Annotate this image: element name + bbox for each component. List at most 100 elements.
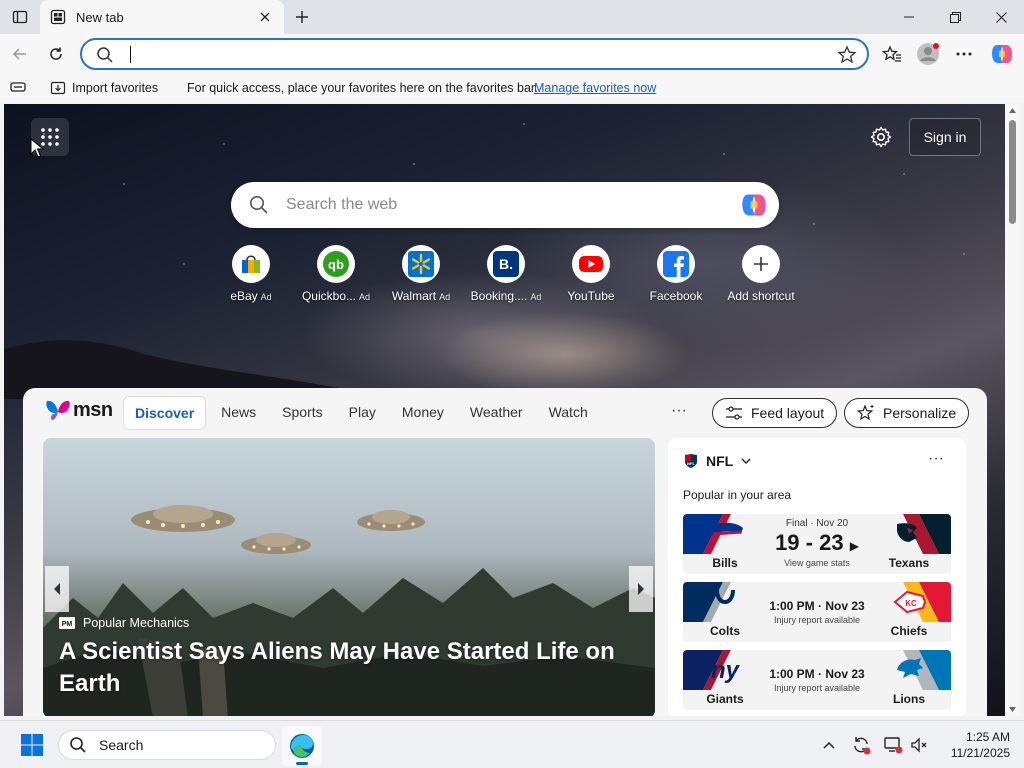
favorites-bar-toggle-icon[interactable] [10,80,26,94]
shortcut-ebay[interactable]: eBay Ad [208,245,294,303]
team-name: Giants [706,692,744,706]
chevron-up-icon [823,741,835,749]
bills-logo-icon [709,522,743,536]
monitor-network-icon [884,737,903,754]
edge-browser-icon [290,734,314,758]
shortcut-booking[interactable]: B. Booking.... Ad [463,245,549,303]
article-title[interactable]: A Scientist Says Aliens May Have Started… [59,636,639,700]
system-clock[interactable]: 1:25 AM 11/21/2025 [940,729,1010,761]
restore-button[interactable] [932,0,978,34]
team-giants[interactable]: ny Giants [683,650,767,710]
nfl-more-button[interactable]: ··· [928,450,944,468]
page-settings-button[interactable] [866,122,896,152]
copilot-icon[interactable] [739,191,769,219]
feed-more-button[interactable]: ··· [671,402,687,420]
game-score: 19 - 23 ▶ [763,530,871,556]
game-row[interactable]: ny Giants 1:00 PM · Nov 23 Injury report… [683,650,951,710]
close-icon [995,11,1007,23]
plus-icon [742,245,780,283]
game-note[interactable]: Injury report available [763,615,871,625]
chiefs-arrowhead-icon: KC [893,590,927,614]
tab-money[interactable]: Money [391,396,455,430]
hero-article-card[interactable]: PM Popular Mechanics A Scientist Says Al… [43,438,655,716]
texans-logo-icon [897,523,917,542]
game-row[interactable]: Colts 1:00 PM · Nov 23 Injury report ava… [683,582,951,642]
favorites-button[interactable] [877,40,907,68]
back-button[interactable] [5,40,35,68]
carousel-next-button[interactable] [629,566,653,612]
article-source-name: Popular Mechanics [83,616,190,630]
nfl-subtitle: Popular in your area [683,488,792,502]
team-lions[interactable]: Lions [867,650,951,710]
giants-ny-icon: ny [711,657,741,684]
profile-button[interactable] [913,40,943,68]
taskbar-search[interactable]: Search [58,730,276,760]
minimize-button[interactable] [886,0,932,34]
tab-weather[interactable]: Weather [459,396,534,430]
nfl-league-label: NFL [706,453,734,469]
taskbar-edge-button[interactable] [282,726,322,766]
windows-start-icon[interactable] [20,733,44,757]
sign-in-button[interactable]: Sign in [909,118,981,156]
chevron-down-icon [741,458,751,464]
personalize-button[interactable]: Personalize [844,398,970,428]
refresh-button[interactable] [41,40,71,68]
taskbar-search-label: Search [99,737,144,753]
tab-actions-menu[interactable] [6,5,34,29]
tab-discover[interactable]: Discover [123,396,207,430]
copilot-button[interactable] [987,40,1017,68]
restore-icon [949,11,961,23]
page-scrollbar[interactable] [1005,104,1020,716]
gear-icon [870,126,892,148]
scrollbar-thumb[interactable] [1009,120,1016,224]
booking-icon: B. [487,245,525,283]
nfl-league-selector[interactable]: NFL NFL [684,453,751,469]
add-shortcut-button[interactable]: Add shortcut [718,245,804,303]
team-bills[interactable]: Bills [683,514,767,574]
shortcut-quickbooks[interactable]: qb Quickbo... Ad [293,245,379,303]
shortcut-facebook[interactable]: Facebook [633,245,719,303]
feed-layout-button[interactable]: Feed layout [712,398,838,428]
web-search-input[interactable] [286,194,716,216]
import-favorites-label: Import favorites [72,81,159,95]
clock-time: 1:25 AM [965,730,1010,744]
msn-logo[interactable]: msn [45,398,113,422]
tab-watch[interactable]: Watch [538,396,599,430]
volume-tray-button[interactable] [908,734,930,756]
close-window-button[interactable] [978,0,1024,34]
team-colts[interactable]: Colts [683,582,767,642]
scroll-up-arrow-icon[interactable] [1008,107,1017,114]
settings-more-button[interactable] [949,40,979,68]
network-tray-button[interactable] [882,734,904,756]
team-chiefs[interactable]: KC Chiefs [867,582,951,642]
tab-close-button[interactable] [256,8,274,26]
favorites-bar: Import favorites For quick access, place… [0,74,1024,102]
address-bar[interactable] [80,38,869,70]
shortcut-walmart[interactable]: Walmart Ad [378,245,464,303]
add-favorite-star-icon[interactable] [837,45,857,65]
show-hidden-icons-button[interactable] [818,734,840,756]
web-search-box[interactable] [231,182,779,228]
svg-text:qb: qb [328,257,344,272]
search-icon [70,737,86,753]
new-tab-button[interactable] [288,4,316,30]
game-note[interactable]: Injury report available [763,683,871,693]
tab-news[interactable]: News [210,396,267,430]
shortcut-youtube[interactable]: YouTube [548,245,634,303]
game-status: Final · Nov 20 [785,518,849,529]
import-favorites-button[interactable]: Import favorites [50,80,158,96]
tab-sports[interactable]: Sports [271,396,333,430]
tab-play[interactable]: Play [338,396,387,430]
address-input[interactable] [132,43,832,65]
carousel-prev-button[interactable] [45,566,69,612]
game-note[interactable]: View game stats [763,558,871,568]
team-texans[interactable]: Texans [867,514,951,574]
manage-favorites-link[interactable]: Manage favorites now [534,81,656,95]
star-sparkle-icon [857,404,874,421]
sync-tray-button[interactable] [850,734,872,756]
tab-new-tab[interactable]: New tab [40,0,284,34]
shortcut-label: Booking.... [470,289,528,303]
shortcut-label: eBay [230,289,258,303]
scroll-down-arrow-icon[interactable] [1008,706,1017,713]
game-row[interactable]: Bills Final · Nov 20 19 - 23 ▶ View game… [683,514,951,574]
